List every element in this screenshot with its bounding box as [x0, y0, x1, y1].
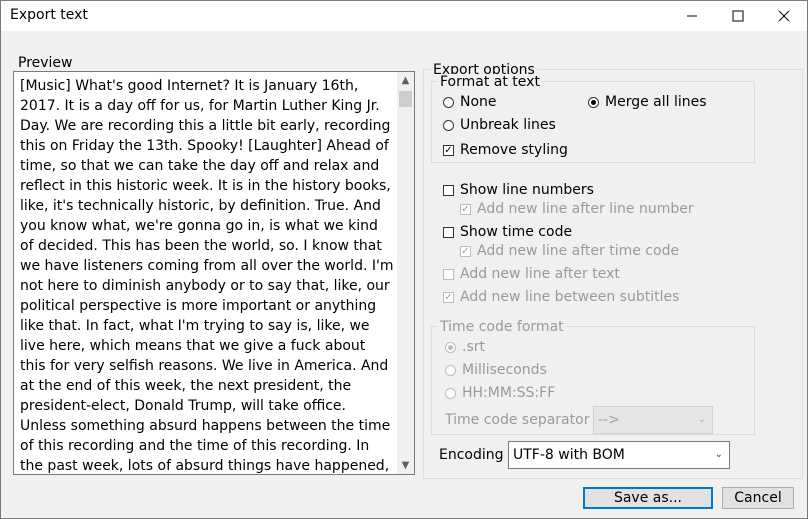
add-new-line-after-line-number-label: Add new line after line number [477, 201, 694, 217]
minimize-icon [687, 15, 697, 17]
window-title: Export text [10, 7, 88, 23]
show-line-numbers-option[interactable]: Show line numbers [443, 182, 594, 198]
encoding-select[interactable]: UTF-8 with BOM ⌄ [508, 441, 730, 469]
preview-text: [Music] What's good Internet? It is Janu… [20, 78, 394, 474]
time-code-srt-option: .srt [445, 339, 485, 355]
add-new-line-after-text-checkbox [443, 268, 454, 280]
show-line-numbers-label: Show line numbers [460, 182, 594, 198]
minimize-button[interactable] [669, 1, 715, 31]
cancel-button[interactable]: Cancel [722, 487, 794, 509]
format-text-label: Format at text [438, 74, 542, 90]
maximize-button[interactable] [715, 1, 761, 31]
time-code-separator-label: Time code separator [445, 412, 590, 428]
checkmark-icon: ✓ [460, 203, 471, 215]
scroll-thumb[interactable] [399, 91, 412, 107]
add-new-line-after-time-code-label: Add new line after time code [477, 243, 680, 259]
show-line-numbers-checkbox[interactable] [443, 184, 454, 196]
preview-scrollbar[interactable]: ▲ ▼ [397, 72, 414, 474]
scroll-up-arrow-icon[interactable]: ▲ [397, 72, 414, 89]
add-new-line-after-line-number-option: ✓ Add new line after line number [460, 201, 694, 217]
format-merge-all-lines-option[interactable]: Merge all lines [588, 94, 707, 110]
checkmark-icon: ✓ [443, 291, 454, 303]
time-code-hhmmssff-option: HH:MM:SS:FF [445, 385, 555, 401]
checkmark-icon: ✓ [460, 245, 471, 257]
add-new-line-between-subtitles-option: ✓ Add new line between subtitles [443, 289, 679, 305]
close-button[interactable] [761, 1, 807, 31]
format-none-label: None [460, 94, 497, 110]
format-none-radio[interactable] [443, 96, 454, 108]
maximize-icon [732, 10, 744, 22]
preview-textbox[interactable]: [Music] What's good Internet? It is Janu… [13, 71, 415, 475]
scroll-down-arrow-icon[interactable]: ▼ [397, 457, 414, 474]
time-code-srt-radio [445, 341, 456, 353]
add-new-line-between-subtitles-label: Add new line between subtitles [460, 289, 680, 305]
time-code-milliseconds-option: Milliseconds [445, 362, 547, 378]
time-code-milliseconds-radio [445, 364, 456, 376]
time-code-hhmmssff-radio [445, 387, 456, 399]
remove-styling-option[interactable]: ✓ Remove styling [443, 142, 568, 158]
time-code-separator-value: --> [598, 412, 620, 428]
format-unbreak-lines-radio[interactable] [443, 119, 454, 131]
add-new-line-after-time-code-option: ✓ Add new line after time code [460, 243, 679, 259]
show-time-code-checkbox[interactable] [443, 226, 454, 238]
save-as-button[interactable]: Save as... [583, 487, 713, 509]
add-new-line-after-text-label: Add new line after text [460, 266, 620, 282]
format-none-option[interactable]: None [443, 94, 497, 110]
show-time-code-label: Show time code [460, 224, 573, 240]
remove-styling-label: Remove styling [460, 142, 568, 158]
title-bar: Export text [0, 0, 808, 31]
encoding-label: Encoding [439, 447, 504, 463]
chevron-down-icon: ⌄ [697, 414, 706, 425]
time-code-separator-select: --> ⌄ [593, 406, 713, 434]
time-code-format-label: Time code format [438, 319, 566, 335]
close-icon [778, 10, 790, 22]
time-code-srt-label: .srt [462, 339, 485, 355]
format-merge-all-lines-radio[interactable] [588, 96, 599, 108]
show-time-code-option[interactable]: Show time code [443, 224, 572, 240]
encoding-value: UTF-8 with BOM [513, 447, 625, 463]
time-code-milliseconds-label: Milliseconds [462, 362, 547, 378]
time-code-hhmmssff-label: HH:MM:SS:FF [462, 385, 556, 401]
chevron-down-icon: ⌄ [714, 449, 723, 460]
format-unbreak-lines-option[interactable]: Unbreak lines [443, 117, 556, 133]
add-new-line-after-text-option: Add new line after text [443, 266, 620, 282]
checkmark-icon[interactable]: ✓ [443, 144, 454, 156]
format-unbreak-lines-label: Unbreak lines [460, 117, 556, 133]
preview-label: Preview [18, 55, 73, 71]
format-merge-all-lines-label: Merge all lines [605, 94, 707, 110]
